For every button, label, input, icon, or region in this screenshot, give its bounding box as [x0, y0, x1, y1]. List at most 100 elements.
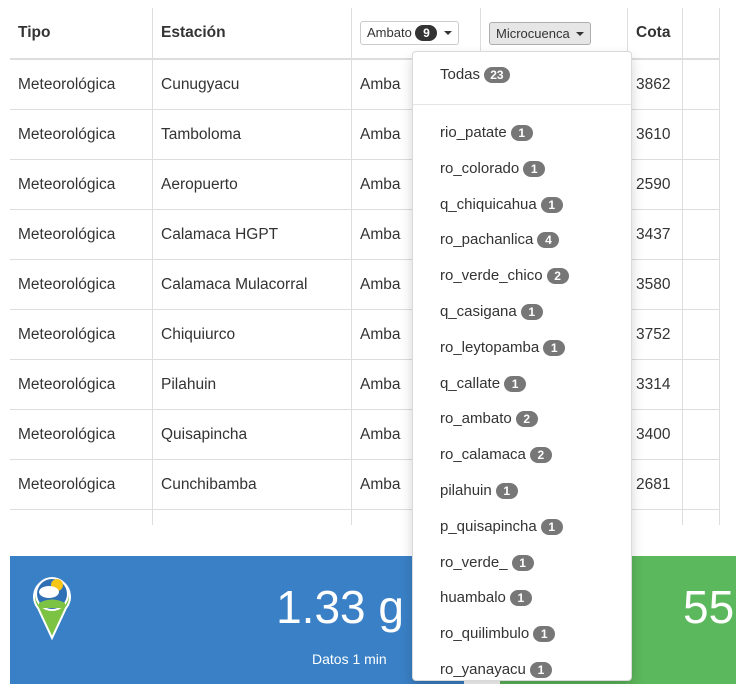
empty-cell — [10, 509, 153, 525]
dropdown-item[interactable]: ro_verde_ 1 — [440, 554, 534, 571]
dropdown-item[interactable]: p_quisapincha 1 — [440, 518, 563, 535]
dropdown-item-count: 1 — [510, 125, 533, 142]
cell-cota: 2590 — [627, 159, 683, 210]
cell-estacion: Quisapincha — [152, 409, 352, 460]
dropdown-item[interactable]: ro_calamaca 2 — [440, 446, 552, 464]
microcuenca-filter-button[interactable]: Microcuenca — [489, 21, 592, 45]
cell-estacion: Pilahuin — [152, 359, 352, 410]
dropdown-item[interactable]: ro_verde_chico 2 — [440, 267, 569, 285]
dropdown-item-label: ro_ambato — [440, 410, 512, 428]
dropdown-item-label: ro_verde_chico — [440, 267, 543, 285]
dropdown-item-count: 2 — [546, 268, 569, 285]
blue-panel-label: Datos 1 min — [312, 651, 387, 667]
dropdown-item-count: 4 — [537, 232, 560, 249]
dropdown-item-label: ro_yanayacu — [440, 661, 526, 678]
dropdown-item[interactable]: ro_quilimbulo 1 — [440, 625, 556, 643]
cell-truncated — [682, 209, 720, 260]
blue-panel-value: 1.33 g — [276, 581, 404, 633]
dropdown-item[interactable]: ro_leytopamba 1 — [440, 338, 566, 356]
cell-tipo: Meteorológica — [10, 109, 153, 160]
cell-estacion: Chiquiurco — [152, 309, 352, 360]
cell-truncated — [682, 409, 720, 460]
cell-estacion: Cunchibamba — [152, 459, 352, 510]
dropdown-item-label: ro_quilimbulo — [440, 625, 530, 643]
cell-cota: 3752 — [627, 309, 683, 360]
dropdown-item-count: 1 — [520, 304, 543, 321]
cell-tipo: Meteorológica — [10, 359, 153, 410]
dropdown-item[interactable]: huambalo 1 — [440, 589, 532, 607]
dropdown-item-label: pilahuin — [440, 482, 492, 499]
dropdown-item-count: 1 — [511, 554, 534, 571]
cell-tipo: Meteorológica — [10, 409, 153, 460]
dropdown-item[interactable]: ro_ambato 2 — [440, 410, 538, 428]
dropdown-item-todas[interactable]: Todas 23 — [440, 66, 510, 84]
dropdown-item[interactable]: ro_colorado 1 — [440, 159, 546, 177]
dropdown-item-count: 1 — [543, 339, 566, 356]
cell-estacion: Calamaca Mulacorral — [152, 259, 352, 310]
cell-cota: 3400 — [627, 409, 683, 460]
cell-estacion: Tamboloma — [152, 109, 352, 160]
dropdown-item-label: q_chiquicahua — [440, 195, 537, 213]
microcuenca-filter-label: Microcuenca — [496, 25, 570, 41]
dropdown-item-count: 2 — [515, 411, 538, 428]
dropdown-item[interactable]: rio_patate 1 — [440, 124, 533, 142]
dropdown-item[interactable]: ro_yanayacu 1 — [440, 661, 552, 679]
weather-station-logo-icon — [33, 577, 71, 640]
cell-tipo: Meteorológica — [10, 309, 153, 360]
cell-tipo: Meteorológica — [10, 459, 153, 510]
dropdown-item-label: q_callate — [440, 374, 501, 392]
dropdown-item-count: 1 — [540, 518, 563, 535]
dropdown-divider — [413, 104, 631, 105]
dropdown-item-count: 1 — [529, 662, 552, 679]
cell-cota: 3862 — [627, 58, 683, 110]
empty-cell — [152, 509, 352, 525]
dropdown-item[interactable]: q_chiquicahua 1 — [440, 196, 563, 213]
cell-truncated — [682, 259, 720, 310]
dropdown-item-label: ro_calamaca — [440, 446, 526, 464]
dropdown-item-label: ro_pachanlica — [440, 231, 534, 249]
cell-tipo: Meteorológica — [10, 159, 153, 210]
dropdown-item-label: ro_leytopamba — [440, 338, 540, 356]
cuenca-filter-count: 9 — [415, 25, 438, 42]
dropdown-item[interactable]: q_callate 1 — [440, 374, 527, 392]
dropdown-item-count: 23 — [484, 67, 510, 84]
dropdown-item-label: q_casigana — [440, 303, 517, 320]
cuenca-filter-label: Ambato — [367, 24, 412, 40]
dropdown-item[interactable]: ro_pachanlica 4 — [440, 231, 560, 249]
cell-cota: 2681 — [627, 459, 683, 510]
chevron-down-icon — [444, 31, 453, 36]
dropdown-item-label: rio_patate — [440, 124, 507, 141]
cell-estacion: Aeropuerto — [152, 159, 352, 210]
header-tipo: Tipo — [10, 8, 153, 60]
dropdown-item-label: p_quisapincha — [440, 517, 537, 535]
dropdown-item-count: 1 — [504, 375, 527, 392]
dropdown-item-count: 2 — [529, 447, 552, 464]
green-panel-value: 55 — [683, 581, 735, 633]
dropdown-item[interactable]: pilahuin 1 — [440, 482, 518, 500]
header-cota: Cota — [627, 8, 683, 60]
cell-truncated — [682, 58, 720, 110]
cell-cota: 3610 — [627, 109, 683, 160]
dropdown-item[interactable]: q_casigana 1 — [440, 303, 543, 321]
cell-truncated — [682, 459, 720, 510]
cell-tipo: Meteorológica — [10, 58, 153, 110]
header-truncated — [682, 8, 720, 60]
stat-panel-blue: 1.33 g Datos 1 min — [10, 556, 464, 684]
dropdown-item-label: huambalo — [440, 589, 506, 607]
cell-truncated — [682, 159, 720, 210]
dropdown-item-count: 1 — [509, 590, 532, 607]
dropdown-item-count: 1 — [533, 626, 556, 643]
cell-truncated — [682, 109, 720, 160]
microcuenca-dropdown-menu: Todas 23 rio_patate 1 ro_colorado 1 q_chiqui… — [412, 51, 632, 681]
cell-tipo: Meteorológica — [10, 209, 153, 260]
cell-truncated — [682, 359, 720, 410]
dropdown-item-label: ro_colorado — [440, 159, 520, 177]
empty-cell — [627, 509, 683, 525]
dropdown-item-count: 1 — [495, 483, 518, 500]
cell-cota: 3437 — [627, 209, 683, 260]
dropdown-item-label: Todas — [440, 66, 481, 83]
cell-estacion: Cunugyacu — [152, 58, 352, 110]
cuenca-filter-button[interactable]: Ambato 9 — [360, 20, 460, 46]
header-estacion: Estación — [152, 8, 352, 60]
cell-truncated — [682, 309, 720, 360]
